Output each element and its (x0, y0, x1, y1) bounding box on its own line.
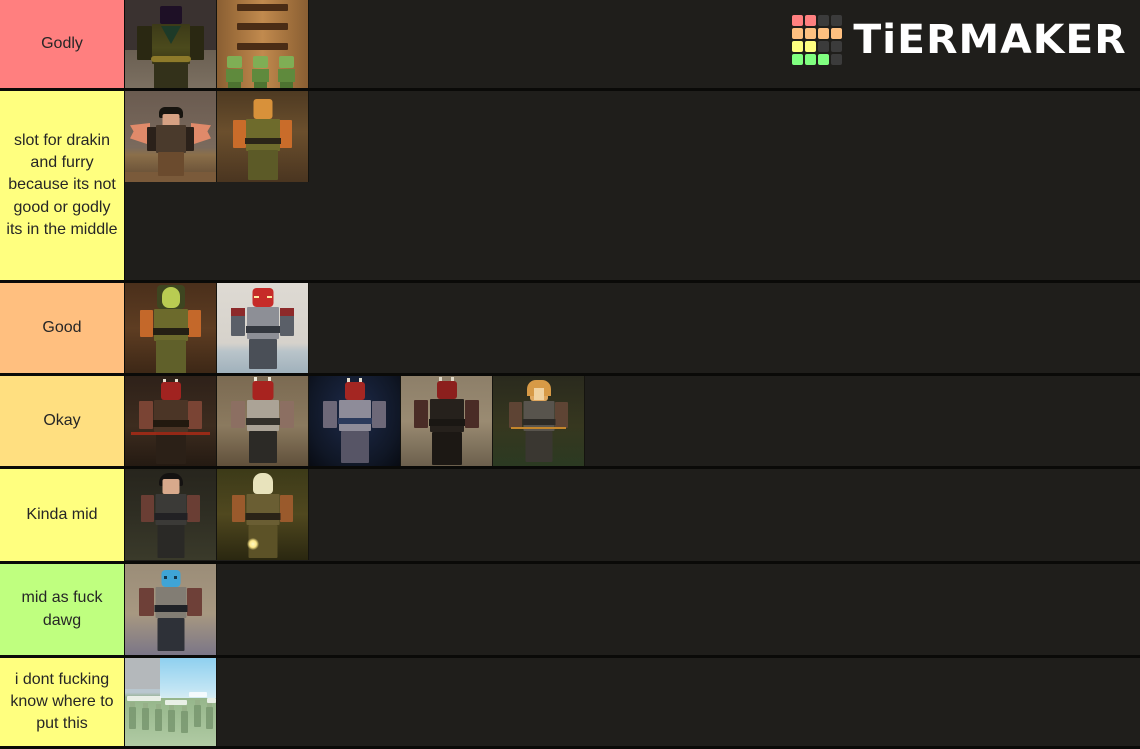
tiermaker-grid-icon (791, 15, 842, 65)
logo-cell-r4c1 (791, 54, 803, 65)
logo-cell-r1c3 (817, 15, 829, 26)
logo-cell-r4c3 (817, 54, 829, 65)
tier-item-winged-dark-figure-cave[interactable] (125, 91, 217, 182)
tiermaker-page: TiERMAKER Godly slot for drakin and furry… (0, 0, 1140, 749)
logo-cell-r2c2 (804, 28, 816, 39)
logo-cell-r4c4 (830, 54, 842, 65)
tier-items-container[interactable] (125, 469, 1140, 561)
logo-cell-r3c4 (830, 41, 842, 52)
logo-cell-r3c1 (791, 41, 803, 52)
tier-item-horned-red-figure-dark-suit[interactable] (401, 376, 493, 466)
tier-item-outdoor-crowd-field-scene[interactable] (125, 658, 217, 746)
tier-label[interactable]: i dont fucking know where to put this (0, 658, 125, 746)
tier-label[interactable]: Good (0, 283, 125, 373)
logo-cell-r2c1 (791, 28, 803, 39)
tier-items-container[interactable] (125, 658, 1140, 746)
tiermaker-wordmark: TiERMAKER (853, 17, 1127, 63)
tier-item-dark-ninja-olive-robe[interactable] (125, 0, 217, 88)
tier-item-orange-olive-guard-hall[interactable] (217, 91, 309, 182)
tier-item-horned-red-figure-tan[interactable] (217, 376, 309, 466)
tier-row[interactable]: Good (0, 283, 1140, 376)
tier-row[interactable]: Kinda mid (0, 469, 1140, 564)
tier-row[interactable]: slot for drakin and furry because its no… (0, 91, 1140, 283)
tier-label[interactable]: slot for drakin and furry because its no… (0, 91, 125, 280)
tier-label[interactable]: Godly (0, 0, 125, 88)
logo-cell-r1c2 (804, 15, 816, 26)
tier-item-green-masked-olive-guard[interactable] (125, 283, 217, 373)
tier-item-blue-headed-figure-tan[interactable] (125, 564, 217, 655)
logo-cell-r1c1 (791, 15, 803, 26)
tier-item-red-masked-figure-light-bg[interactable] (217, 283, 309, 373)
tier-row[interactable]: Okay (0, 376, 1140, 469)
tiermaker-logo: TiERMAKER (791, 13, 1127, 67)
tier-label[interactable]: Kinda mid (0, 469, 125, 561)
tier-items-container[interactable] (125, 283, 1140, 373)
tier-row[interactable]: mid as fuck dawg (0, 564, 1140, 658)
tier-item-horned-red-figure-navy[interactable] (309, 376, 401, 466)
tier-label[interactable]: mid as fuck dawg (0, 564, 125, 655)
tier-row[interactable]: i dont fucking know where to put this (0, 658, 1140, 749)
tier-item-horned-red-figure-dark-brown[interactable] (125, 376, 217, 466)
tier-item-black-haired-figure-hall[interactable] (125, 469, 217, 560)
logo-cell-r1c4 (830, 15, 842, 26)
tier-item-green-goblins-ladder[interactable] (217, 0, 309, 88)
tier-items-container[interactable] (125, 564, 1140, 655)
tier-item-pale-faced-figure-lamp[interactable] (217, 469, 309, 560)
logo-cell-r4c2 (804, 54, 816, 65)
tier-list: Godly slot for drakin and furry because i… (0, 0, 1140, 749)
logo-cell-r3c2 (804, 41, 816, 52)
logo-cell-r2c3 (817, 28, 829, 39)
tier-item-blonde-figure-grass[interactable] (493, 376, 585, 466)
tier-items-container[interactable] (125, 376, 1140, 466)
logo-cell-r3c3 (817, 41, 829, 52)
tier-items-container[interactable] (125, 91, 1140, 280)
logo-cell-r2c4 (830, 28, 842, 39)
tier-label[interactable]: Okay (0, 376, 125, 466)
